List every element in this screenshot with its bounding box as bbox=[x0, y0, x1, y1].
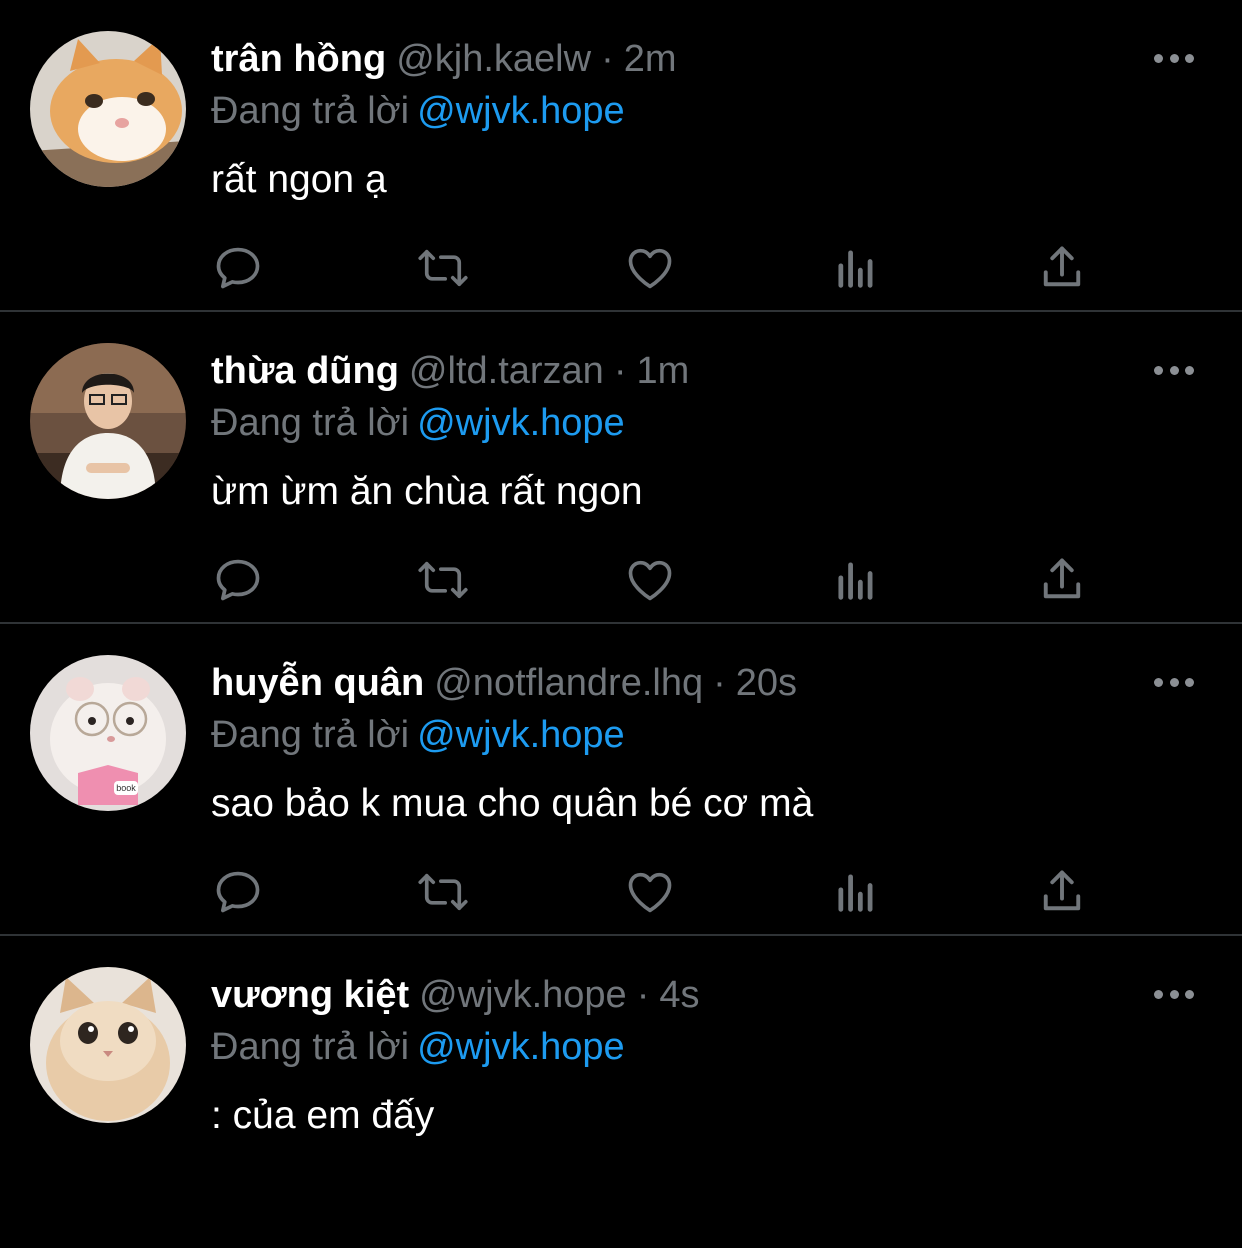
more-options-icon[interactable] bbox=[1154, 354, 1194, 386]
timestamp[interactable]: 2m bbox=[624, 38, 677, 80]
tweet-header: trân hồng @kjh.kaelw · 2m bbox=[211, 36, 677, 82]
display-name[interactable]: huyễn quân bbox=[211, 662, 424, 704]
views-icon[interactable] bbox=[828, 552, 884, 608]
timestamp[interactable]: 4s bbox=[659, 974, 699, 1016]
reply-icon[interactable] bbox=[210, 240, 266, 296]
retweet-icon[interactable] bbox=[415, 240, 471, 296]
replying-to: Đang trả lời @wjvk.hope bbox=[211, 712, 625, 758]
tweet-feed: trân hồng @kjh.kaelw · 2m Đang trả lời @wjvk… bbox=[0, 0, 1242, 1248]
tweet-header: vương kiệt @wjvk.hope · 4s bbox=[211, 972, 700, 1018]
views-icon[interactable] bbox=[828, 864, 884, 920]
like-icon[interactable] bbox=[622, 552, 678, 608]
user-handle[interactable]: @kjh.kaelw bbox=[396, 38, 591, 80]
replying-to-handle[interactable]: @wjvk.hope bbox=[417, 1026, 625, 1068]
separator-dot: · bbox=[636, 974, 650, 1016]
replying-to: Đang trả lời @wjvk.hope bbox=[211, 400, 625, 446]
replying-to-label: Đang trả lời bbox=[211, 714, 410, 756]
tweet[interactable]: vương kiệt @wjvk.hope · 4s Đang trả lời @wjv… bbox=[0, 936, 1242, 1248]
tweet-actions bbox=[210, 240, 1090, 296]
retweet-icon[interactable] bbox=[415, 552, 471, 608]
book-label: book bbox=[116, 783, 136, 793]
tweet-text: : của em đấy bbox=[211, 1094, 435, 1137]
like-icon[interactable] bbox=[622, 864, 678, 920]
views-icon[interactable] bbox=[828, 240, 884, 296]
tweet-actions bbox=[210, 864, 1090, 920]
replying-to-handle[interactable]: @wjvk.hope bbox=[417, 90, 625, 132]
orange-cat-avatar bbox=[30, 31, 186, 187]
replying-to-handle[interactable]: @wjvk.hope bbox=[417, 402, 625, 444]
separator-dot: · bbox=[713, 662, 726, 704]
share-icon[interactable] bbox=[1034, 864, 1090, 920]
display-name[interactable]: vương kiệt bbox=[211, 974, 409, 1016]
tweet-header: huyễn quân @notflandre.lhq · 20s bbox=[211, 660, 797, 706]
share-icon[interactable] bbox=[1034, 552, 1090, 608]
reply-icon[interactable] bbox=[210, 864, 266, 920]
replying-to: Đang trả lời @wjvk.hope bbox=[211, 1024, 625, 1070]
replying-to-handle[interactable]: @wjvk.hope bbox=[417, 714, 625, 756]
tweet-header: thừa dũng @ltd.tarzan · 1m bbox=[211, 348, 689, 394]
replying-to: Đang trả lời @wjvk.hope bbox=[211, 88, 625, 134]
reply-icon[interactable] bbox=[210, 552, 266, 608]
avatar[interactable] bbox=[30, 31, 186, 187]
more-options-icon[interactable] bbox=[1154, 42, 1194, 74]
user-handle[interactable]: @notflandre.lhq bbox=[434, 662, 703, 704]
retweet-icon[interactable] bbox=[415, 864, 471, 920]
more-options-icon[interactable] bbox=[1154, 666, 1194, 698]
avatar[interactable]: book bbox=[30, 655, 186, 811]
tweet-text: ừm ừm ăn chùa rất ngon bbox=[211, 470, 643, 513]
tweet[interactable]: book huyễn quân @notflandre.lhq · 20s Đang … bbox=[0, 624, 1242, 936]
like-icon[interactable] bbox=[622, 240, 678, 296]
display-name[interactable]: trân hồng bbox=[211, 38, 386, 80]
timestamp[interactable]: 1m bbox=[636, 350, 689, 392]
tweet[interactable]: trân hồng @kjh.kaelw · 2m Đang trả lời @wjvk… bbox=[0, 0, 1242, 312]
separator-dot: · bbox=[601, 38, 614, 80]
tweet-text: sao bảo k mua cho quân bé cơ mà bbox=[211, 782, 814, 825]
share-icon[interactable] bbox=[1034, 240, 1090, 296]
more-options-icon[interactable] bbox=[1154, 978, 1194, 1010]
tweet-actions bbox=[210, 552, 1090, 608]
tweet-text: rất ngon ạ bbox=[211, 158, 387, 201]
replying-to-label: Đang trả lời bbox=[211, 90, 410, 132]
display-name[interactable]: thừa dũng bbox=[211, 350, 399, 392]
hamster-with-glasses-avatar: book bbox=[30, 655, 186, 811]
user-handle[interactable]: @ltd.tarzan bbox=[409, 350, 604, 392]
separator-dot: · bbox=[613, 350, 627, 392]
replying-to-label: Đang trả lời bbox=[211, 1026, 410, 1068]
user-handle[interactable]: @wjvk.hope bbox=[419, 974, 627, 1016]
avatar[interactable] bbox=[30, 967, 186, 1123]
replying-to-label: Đang trả lời bbox=[211, 402, 410, 444]
timestamp[interactable]: 20s bbox=[736, 662, 797, 704]
cream-cat-avatar bbox=[30, 967, 186, 1123]
avatar[interactable] bbox=[30, 343, 186, 499]
tweet[interactable]: thừa dũng @ltd.tarzan · 1m Đang trả lời @wjv… bbox=[0, 312, 1242, 624]
person-photo-avatar bbox=[30, 343, 186, 499]
